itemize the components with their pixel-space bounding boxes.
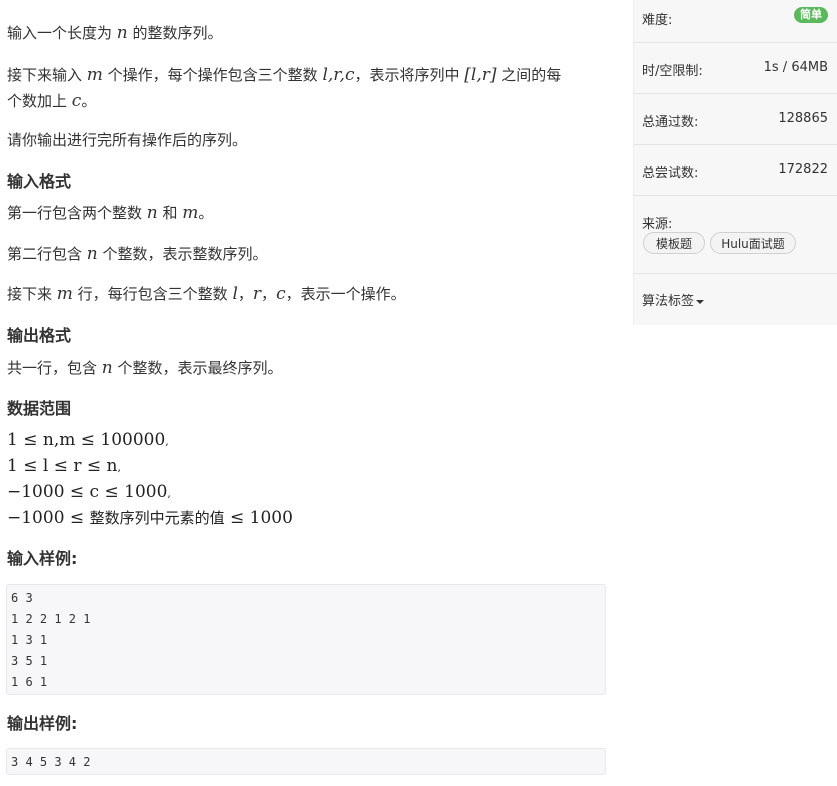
range-expr: ≤ 1000	[224, 508, 293, 528]
sample-input-line: 3 5 1	[11, 654, 48, 668]
input-format-line-3: 接下来 m 行，每行包含三个整数 l，r，c，表示一个操作。	[7, 281, 406, 307]
range-line-3: −1000 ≤ c ≤ 1000,	[7, 482, 171, 502]
desc-text: 第一行包含两个整数	[7, 204, 147, 222]
tried-label: 总尝试数:	[642, 166, 699, 181]
math-interval: [l,r]	[464, 65, 497, 85]
range-expr: −1000 ≤ c ≤ 1000	[7, 482, 168, 502]
desc-text: 行，每行包含三个整数	[72, 285, 233, 303]
desc-text: 输入一个长度为	[7, 24, 117, 42]
desc-text: 个整数，表示最终序列。	[112, 359, 283, 377]
caret-down-icon	[696, 299, 705, 304]
difficulty-badge: 简单	[794, 7, 828, 23]
description-line-3: 个数加上 c。	[7, 88, 96, 114]
range-line-2: 1 ≤ l ≤ r ≤ n,	[7, 456, 121, 476]
math-n: n	[101, 358, 113, 378]
math-m: m	[182, 203, 199, 223]
desc-text: 接下来	[7, 285, 57, 303]
range-line-4: −1000 ≤ 整数序列中元素的值 ≤ 1000	[7, 505, 293, 531]
math-c: c	[71, 91, 82, 111]
desc-text: ，	[237, 285, 253, 303]
desc-text: 个整数，表示整数序列。	[97, 245, 268, 263]
math-lrc: l,r,c	[322, 65, 355, 85]
sample-output-block: 3 4 5 3 4 2	[6, 748, 606, 775]
limit-row: 时/空限制: 1s / 64MB	[634, 43, 837, 94]
limit-value: 1s / 64MB	[763, 60, 828, 75]
limit-label: 时/空限制:	[642, 64, 703, 79]
range-line-1: 1 ≤ n,m ≤ 100000,	[7, 430, 169, 450]
range-expr: 1 ≤ n,m ≤ 100000	[7, 430, 166, 450]
output-format-line-1: 共一行，包含 n 个整数，表示最终序列。	[7, 355, 283, 381]
tried-value: 172822	[778, 162, 828, 177]
range-expr: 1 ≤ l ≤ r ≤ n	[7, 456, 118, 476]
description-line-1: 输入一个长度为 n 的整数序列。	[7, 20, 223, 46]
desc-text: 的整数序列。	[127, 24, 223, 42]
input-format-line-2: 第二行包含 n 个整数，表示整数序列。	[7, 241, 268, 267]
algorithm-tags-label: 算法标签	[642, 294, 695, 309]
algorithm-tags-toggle[interactable]: 算法标签	[642, 290, 705, 309]
source-tag-template[interactable]: 模板题	[643, 232, 705, 254]
math-m: m	[56, 284, 73, 304]
sample-output-line: 3 4 5 3 4 2	[11, 755, 91, 769]
difficulty-row: 难度: 简单	[634, 0, 837, 43]
problem-info-sidebar: 难度: 简单 时/空限制: 1s / 64MB 总通过数: 128865 总尝试…	[633, 0, 837, 325]
source-tag-hulu[interactable]: Hulu面试题	[710, 232, 796, 254]
desc-text: ，表示一个操作。	[285, 285, 406, 303]
desc-text: 。	[81, 92, 97, 110]
desc-text: 。	[198, 204, 214, 222]
tried-row: 总尝试数: 172822	[634, 145, 837, 196]
math-c: c	[276, 284, 286, 304]
range-text: 整数序列中元素的值	[89, 509, 225, 527]
math-r: r	[252, 284, 262, 304]
desc-text: 之间的每	[496, 66, 562, 84]
sample-input-line: 1 3 1	[11, 633, 48, 647]
difficulty-label: 难度:	[642, 13, 673, 28]
desc-text: 共一行，包含	[7, 359, 102, 377]
math-n: n	[146, 203, 158, 223]
desc-text: 第二行包含	[7, 245, 87, 263]
sample-input-line: 6 3	[11, 591, 33, 605]
range-expr: −1000 ≤	[7, 508, 90, 528]
sample-input-block: 6 3 1 2 2 1 2 1 1 3 1 3 5 1 1 6 1	[6, 584, 606, 695]
description-line-4: 请你输出进行完所有操作后的序列。	[7, 131, 248, 149]
output-format-heading: 输出格式	[7, 326, 72, 345]
data-range-heading: 数据范围	[7, 399, 72, 418]
input-format-heading: 输入格式	[7, 172, 72, 191]
desc-text: 接下来输入	[7, 66, 87, 84]
sample-input-heading: 输入样例:	[7, 549, 78, 568]
sample-output-heading: 输出样例:	[7, 714, 78, 733]
desc-text: 个数加上	[7, 92, 72, 110]
source-label: 来源:	[642, 217, 673, 232]
desc-text: ，表示将序列中	[354, 66, 465, 84]
description-line-2: 接下来输入 m 个操作，每个操作包含三个整数 l,r,c，表示将序列中 [l,r…	[7, 62, 561, 88]
passed-label: 总通过数:	[642, 115, 699, 130]
sample-input-line: 1 6 1	[11, 675, 48, 689]
desc-text: 和	[157, 204, 183, 222]
desc-text: 个操作，每个操作包含三个整数	[102, 66, 323, 84]
passed-row: 总通过数: 128865	[634, 94, 837, 145]
math-n: n	[116, 23, 128, 43]
math-n: n	[86, 244, 98, 264]
sample-input-line: 1 2 2 1 2 1	[11, 612, 91, 626]
passed-value: 128865	[778, 111, 828, 126]
input-format-line-1: 第一行包含两个整数 n 和 m。	[7, 200, 213, 226]
math-m: m	[86, 65, 103, 85]
desc-text: ，	[261, 285, 277, 303]
